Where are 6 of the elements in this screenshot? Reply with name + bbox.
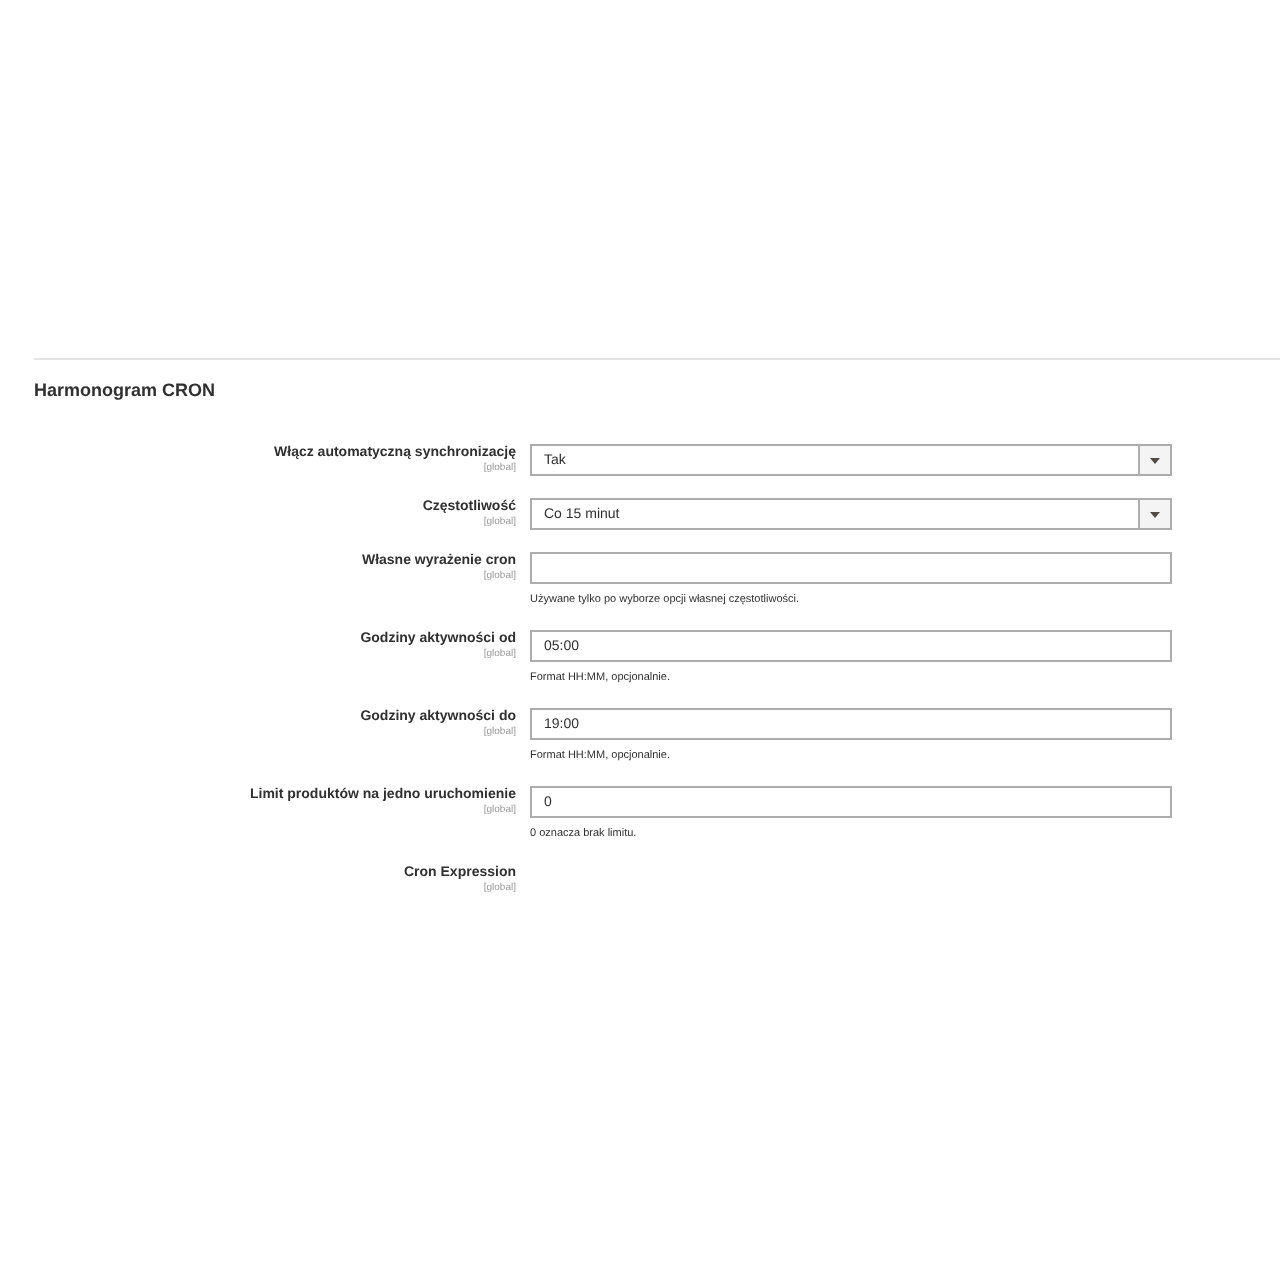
dropdown-button[interactable] bbox=[1138, 446, 1170, 474]
caret-icon bbox=[1150, 511, 1160, 517]
input-field[interactable] bbox=[530, 552, 1172, 584]
caret-icon bbox=[1150, 457, 1160, 463]
dropdown-button[interactable] bbox=[1138, 500, 1170, 528]
section-title: Harmonogram CRON bbox=[34, 380, 218, 402]
